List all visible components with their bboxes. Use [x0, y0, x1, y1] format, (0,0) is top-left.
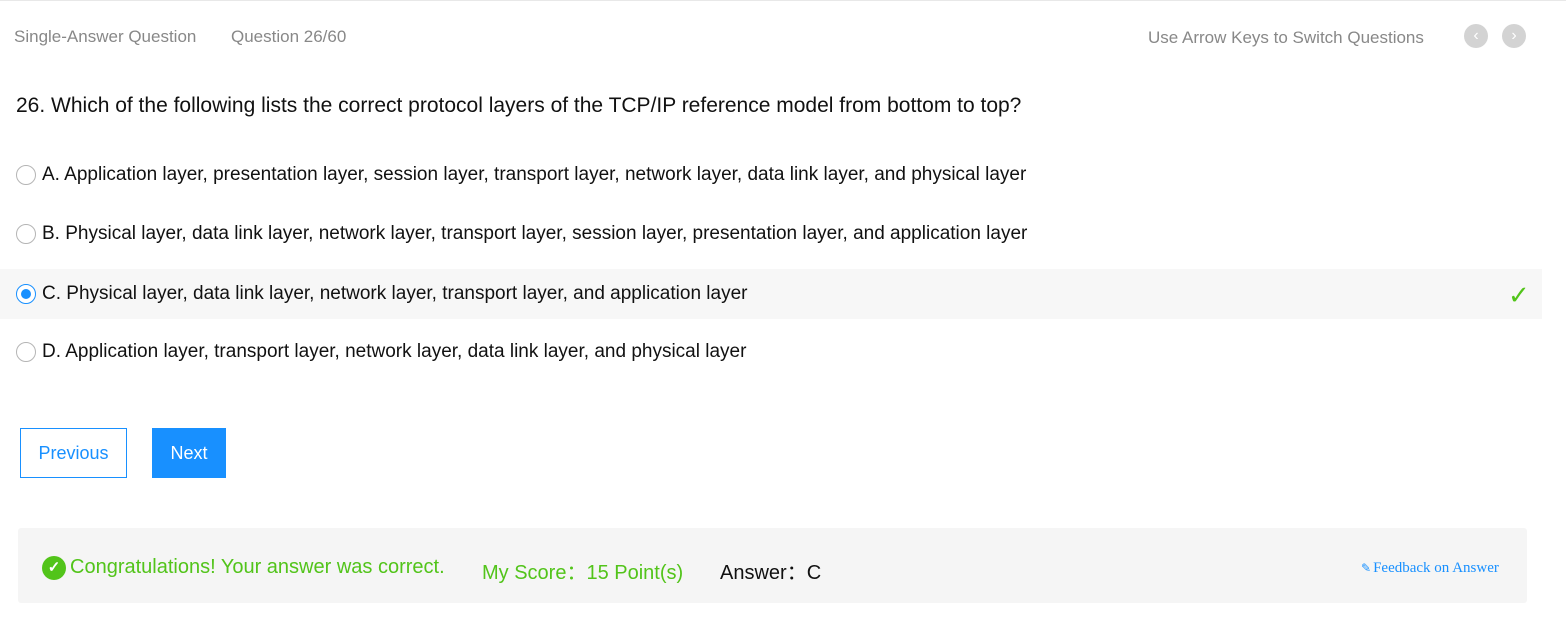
option-label: B. Physical layer, data link layer, netw… — [42, 223, 1028, 244]
radio-button[interactable] — [16, 165, 36, 185]
chevron-left-icon[interactable]: ‹ — [1464, 24, 1488, 48]
answer-text: Answer：C — [720, 562, 822, 584]
chevron-right-icon[interactable]: › — [1502, 24, 1526, 48]
option-label: C. Physical layer, data link layer, netw… — [42, 283, 748, 304]
previous-button[interactable]: Previous — [20, 428, 127, 478]
feedback-link[interactable]: ✎ Feedback on Answer — [1361, 560, 1499, 577]
radio-button[interactable] — [16, 224, 36, 244]
score-text: My Score：15 Point(s) — [482, 562, 684, 584]
radio-button-selected[interactable] — [16, 284, 36, 304]
option-label: A. Application layer, presentation layer… — [42, 164, 1027, 185]
next-button[interactable]: Next — [152, 428, 226, 478]
question-type: Single-Answer Question — [14, 27, 197, 46]
feedback-label: Feedback on Answer — [1373, 560, 1499, 576]
radio-button[interactable] — [16, 342, 36, 362]
checkmark-icon: ✓ — [1508, 280, 1530, 310]
option-b[interactable]: B. Physical layer, data link layer, netw… — [0, 209, 1542, 259]
option-label: D. Application layer, transport layer, n… — [42, 341, 747, 362]
result-message: Congratulations! Your answer was correct… — [70, 556, 445, 578]
edit-icon: ✎ — [1361, 561, 1372, 575]
question-header: Single-Answer Question Question 26/60 Us… — [14, 24, 1544, 49]
top-divider — [0, 0, 1566, 3]
question-counter: Question 26/60 — [231, 27, 347, 46]
keyboard-hint: Use Arrow Keys to Switch Questions — [1148, 28, 1424, 47]
check-circle-icon: ✓ — [42, 556, 66, 580]
question-text: 26. Which of the following lists the cor… — [16, 94, 1022, 117]
option-a[interactable]: A. Application layer, presentation layer… — [0, 150, 1542, 200]
option-d[interactable]: D. Application layer, transport layer, n… — [0, 327, 1542, 377]
result-panel: ✓ Congratulations! Your answer was corre… — [18, 528, 1527, 603]
option-c[interactable]: C. Physical layer, data link layer, netw… — [0, 269, 1542, 319]
